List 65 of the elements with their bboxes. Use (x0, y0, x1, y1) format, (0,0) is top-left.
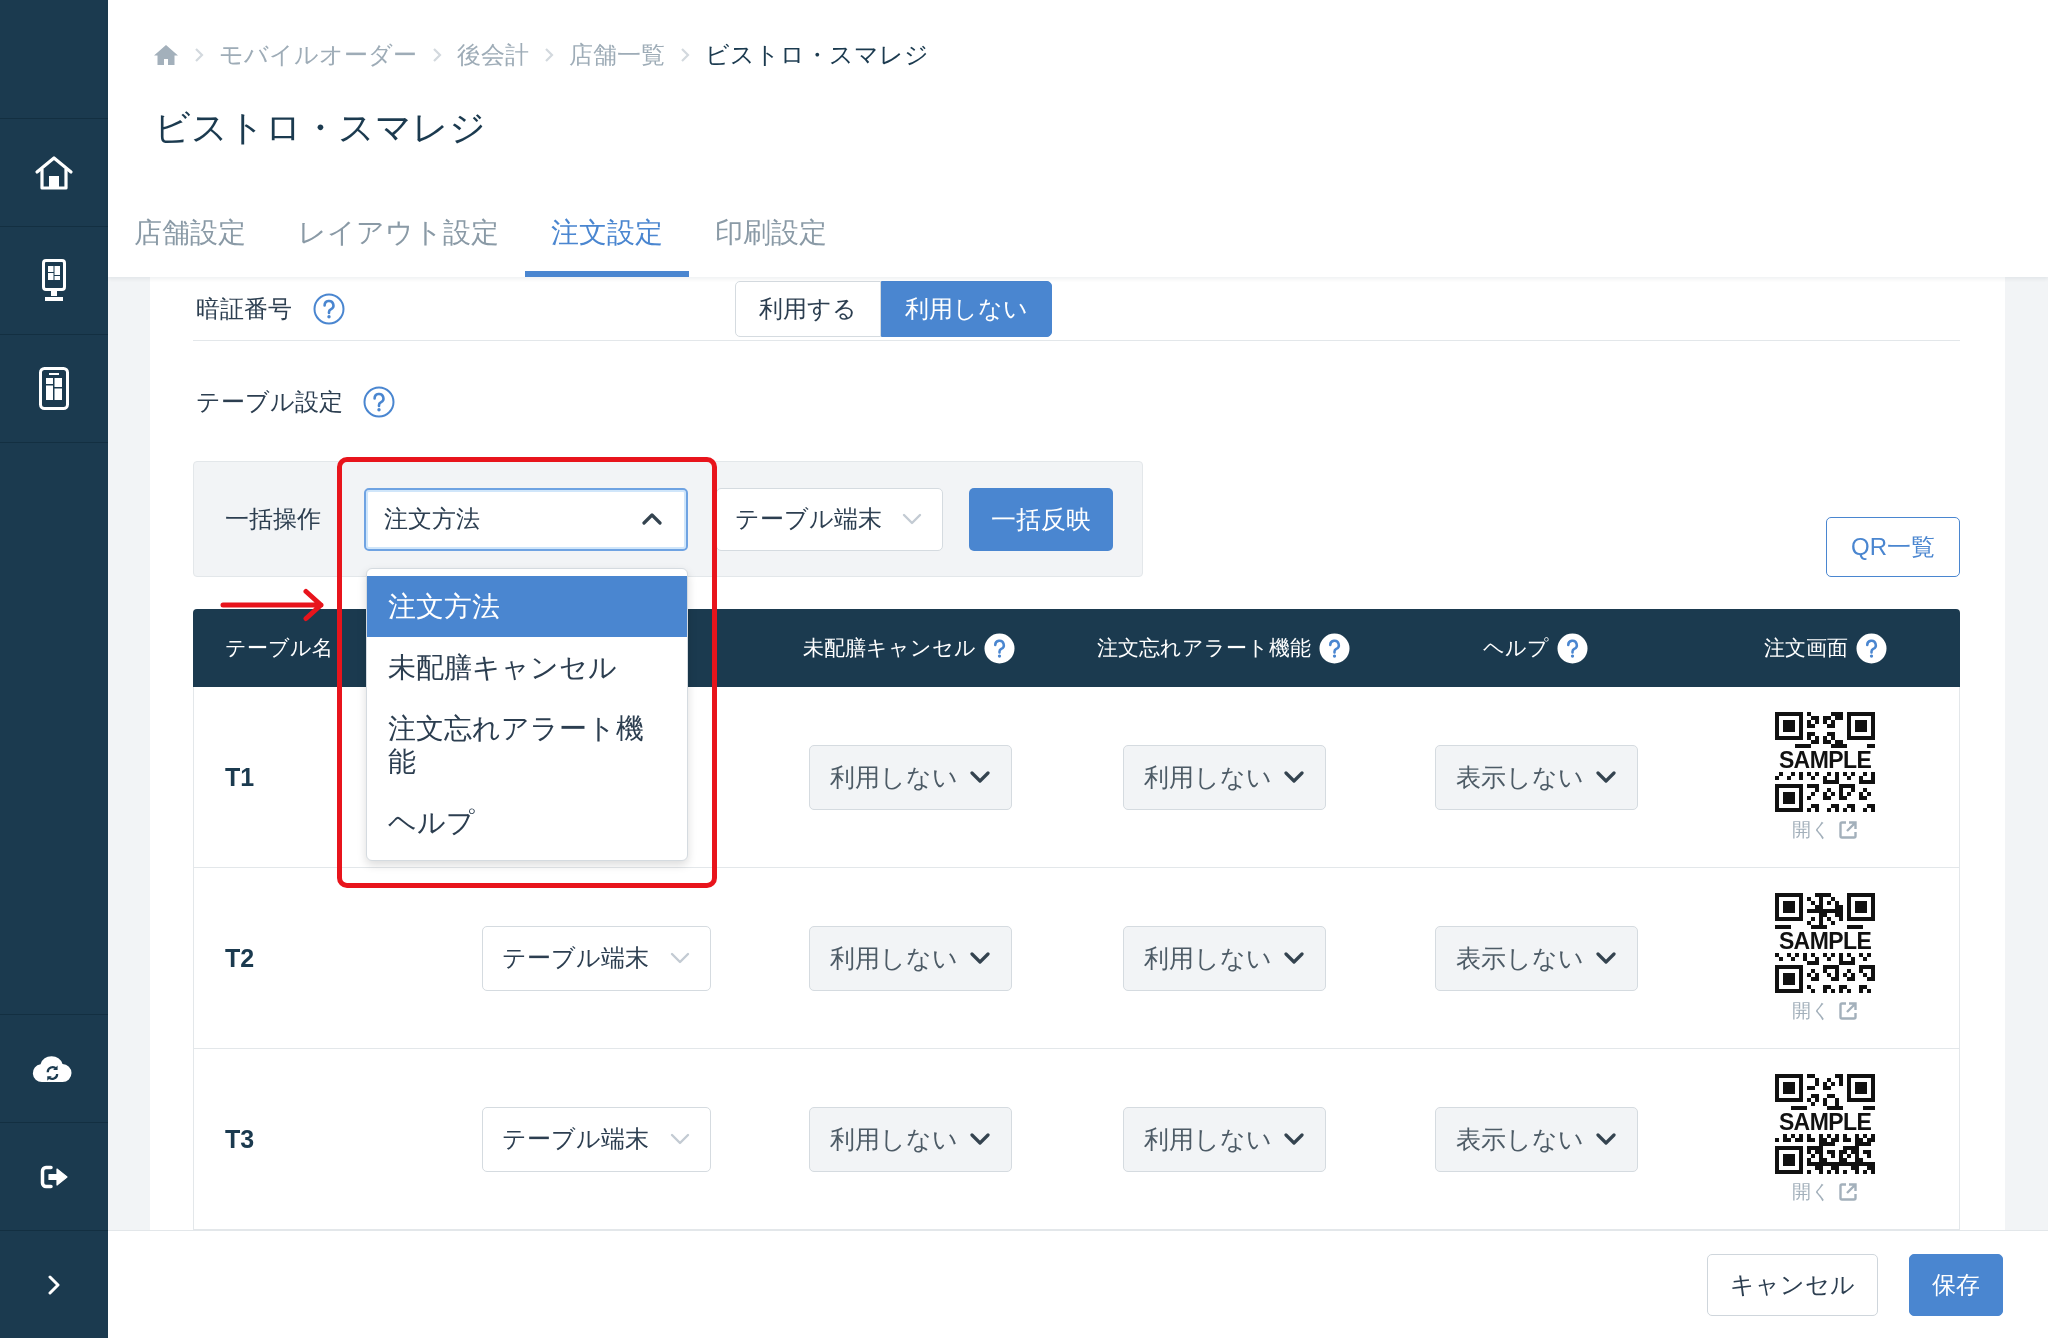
chevron-up-icon (642, 513, 662, 525)
segment-button[interactable]: 利用する (735, 280, 881, 337)
column-header: テーブル名 (225, 635, 333, 661)
table-name: T3 (225, 1124, 255, 1154)
chevron-down-icon (902, 513, 922, 525)
bulk-action-label: 一括操作 (225, 504, 321, 534)
column-header: 未配膳キャンセル (803, 635, 976, 661)
select-field[interactable]: テーブル端末 (481, 925, 711, 991)
segment-button[interactable]: 利用しない (881, 280, 1052, 337)
chevron-right-icon (680, 47, 690, 63)
table-name: T1 (225, 762, 255, 792)
apply-button[interactable]: 一括反映 (969, 487, 1113, 551)
chevron-right-icon[interactable] (48, 1274, 60, 1295)
external-link-icon (1838, 1001, 1858, 1021)
select-field[interactable]: テーブル端末 (481, 1106, 711, 1172)
external-link-icon (1838, 1182, 1858, 1202)
dropdown-button[interactable]: 表示しない (1434, 1106, 1638, 1172)
chevron-down-icon (1283, 1133, 1304, 1145)
select-field[interactable]: 注文方法 (364, 487, 688, 551)
setting-label: 暗証番号 (196, 293, 292, 324)
chevron-down-icon (1595, 1133, 1616, 1145)
chevron-right-icon (432, 47, 442, 63)
sample-label: SAMPLE (1778, 1109, 1872, 1135)
column-header: 注文忘れアラート機能 (1096, 635, 1311, 661)
page-title: ビストロ・スマレジ (154, 110, 486, 146)
dropdown-button[interactable]: 利用しない (1122, 1106, 1326, 1172)
column-header: 注文画面 (1763, 635, 1848, 661)
arrow-icon (220, 588, 326, 622)
dropdown-option[interactable]: 未配膳キャンセル (367, 636, 687, 698)
dropdown-option[interactable]: 注文忘れアラート機能 (367, 697, 687, 792)
secondary-button[interactable]: キャンセル (1707, 1253, 1878, 1316)
dropdown-option[interactable]: ヘルプ (367, 791, 687, 853)
kiosk-icon[interactable] (42, 259, 66, 302)
dropdown-button[interactable]: 利用しない (1122, 744, 1326, 810)
qr-list-button[interactable]: QR一覧 (1826, 517, 1960, 577)
sample-label: SAMPLE (1778, 928, 1872, 954)
table-name: T2 (225, 943, 255, 973)
sample-label: SAMPLE (1778, 747, 1872, 773)
section-heading: テーブル設定 (196, 387, 343, 417)
dropdown-button[interactable]: 利用しない (808, 925, 1012, 991)
chevron-right-icon (194, 47, 204, 63)
home-icon[interactable] (34, 155, 74, 190)
dropdown-button[interactable]: 表示しない (1434, 925, 1638, 991)
chevron-down-icon (669, 1133, 690, 1145)
primary-button[interactable]: 保存 (1909, 1253, 2003, 1316)
column-header: ヘルプ (1482, 635, 1549, 661)
chevron-right-icon (544, 47, 554, 63)
chevron-down-icon (969, 771, 990, 783)
chevron-down-icon (669, 952, 690, 964)
dropdown-button[interactable]: 利用しない (808, 744, 1012, 810)
chevron-down-icon (1595, 771, 1616, 783)
dropdown-button[interactable]: 利用しない (1122, 925, 1326, 991)
tablet-icon[interactable] (39, 367, 69, 410)
dropdown-option[interactable]: 注文方法 (367, 575, 687, 637)
chevron-down-icon (1595, 952, 1616, 964)
logout-icon[interactable] (40, 1164, 68, 1189)
chevron-down-icon (1283, 952, 1304, 964)
dropdown-button[interactable]: 表示しない (1434, 744, 1638, 810)
chevron-down-icon (969, 1133, 990, 1145)
external-link-icon (1838, 820, 1858, 840)
breadcrumb-current: ビストロ・スマレジ (705, 40, 929, 70)
chevron-down-icon (969, 952, 990, 964)
select-field[interactable]: テーブル端末 (716, 487, 943, 551)
dropdown-button[interactable]: 利用しない (808, 1106, 1012, 1172)
chevron-down-icon (1283, 771, 1304, 783)
